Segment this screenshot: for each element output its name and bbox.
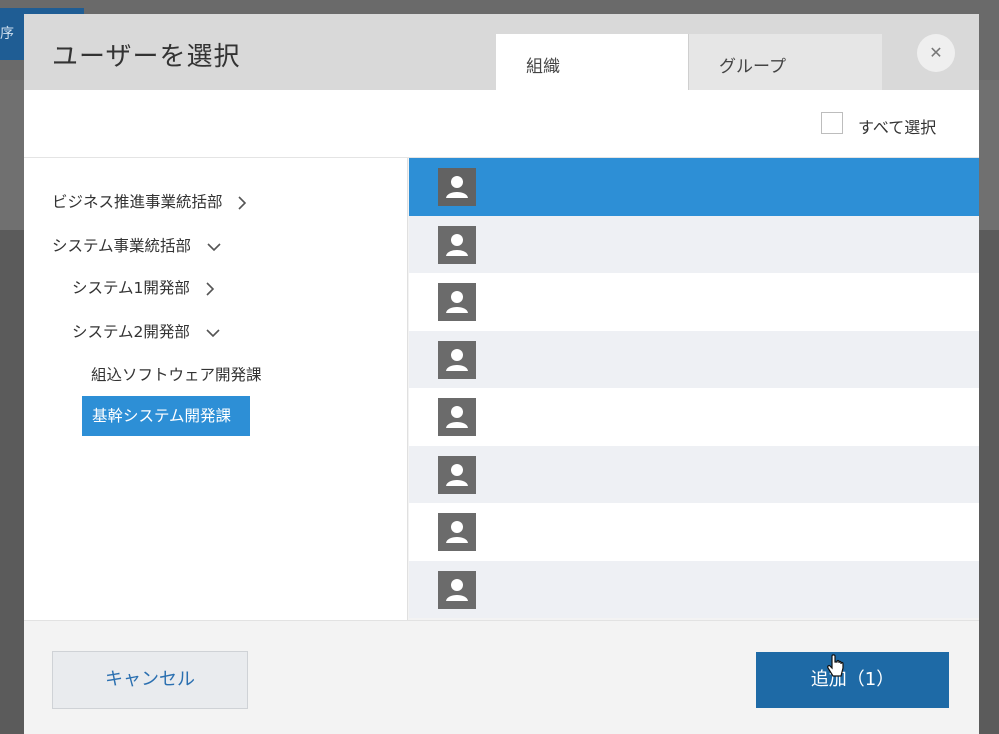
user-avatar-icon <box>438 168 476 206</box>
user-avatar-icon <box>438 283 476 321</box>
chevron-down-icon <box>206 236 222 255</box>
hand-pointer-cursor-icon <box>826 654 846 684</box>
tree-item-core-systems-selected[interactable]: 基幹システム開発課 <box>82 396 250 436</box>
tab-group-label: グループ <box>719 57 786 77</box>
user-row[interactable] <box>409 273 979 331</box>
organization-tree: ビジネス推進事業統括部 システム事業統括部 システム1開発部 システム2開発部 … <box>24 158 408 620</box>
tree-item-label: ビジネス推進事業統括部 <box>52 193 223 211</box>
user-avatar-icon <box>438 398 476 436</box>
dialog-header: ユーザーを選択 組織 グループ ✕ <box>24 14 979 90</box>
user-select-dialog: ユーザーを選択 組織 グループ ✕ すべて選択 ビジネス推進事業統括部 システム… <box>24 14 979 734</box>
select-all-row: すべて選択 <box>24 90 979 158</box>
tree-item-system2-dev[interactable]: システム2開発部 <box>72 320 221 342</box>
tab-organization[interactable]: 組織 <box>496 34 688 90</box>
user-row[interactable] <box>409 445 979 503</box>
user-avatar-icon <box>438 225 476 264</box>
chevron-down-icon <box>205 322 221 341</box>
add-button[interactable]: 追加（1） <box>756 652 949 708</box>
user-row[interactable] <box>409 388 979 446</box>
background-chip-text: 序 <box>0 26 14 42</box>
tree-item-business-promotion[interactable]: ビジネス推進事業統括部 <box>52 190 247 212</box>
user-avatar-icon <box>438 570 476 609</box>
cancel-button[interactable]: キャンセル <box>52 651 248 709</box>
tree-item-system-division[interactable]: システム事業統括部 <box>52 234 222 256</box>
user-row[interactable] <box>409 158 979 216</box>
tab-organization-label: 組織 <box>526 57 560 77</box>
tree-item-label: システム1開発部 <box>72 279 190 297</box>
tree-item-embedded-software[interactable]: 組込ソフトウェア開発課 <box>91 363 262 385</box>
close-button[interactable]: ✕ <box>917 34 955 72</box>
user-row[interactable] <box>409 560 979 618</box>
user-row[interactable] <box>409 503 979 561</box>
tree-item-label: システム事業統括部 <box>52 237 192 255</box>
user-list <box>409 158 979 620</box>
tree-item-system1-dev[interactable]: システム1開発部 <box>72 276 215 298</box>
tree-item-label: 基幹システム開発課 <box>92 407 232 425</box>
user-avatar-icon <box>438 340 476 379</box>
user-avatar-icon <box>438 513 476 551</box>
dialog-title: ユーザーを選択 <box>52 42 241 72</box>
tree-item-label: 組込ソフトウェア開発課 <box>91 366 262 384</box>
select-all-label[interactable]: すべて選択 <box>858 114 936 138</box>
chevron-right-icon <box>237 192 247 211</box>
chevron-right-icon <box>205 278 215 297</box>
tab-group[interactable]: グループ <box>688 34 882 90</box>
tree-item-label: システム2開発部 <box>72 323 190 341</box>
user-row[interactable] <box>409 330 979 388</box>
select-all-checkbox[interactable] <box>821 112 843 134</box>
close-icon: ✕ <box>929 43 943 62</box>
user-row[interactable] <box>409 215 979 273</box>
user-avatar-icon <box>438 455 476 494</box>
